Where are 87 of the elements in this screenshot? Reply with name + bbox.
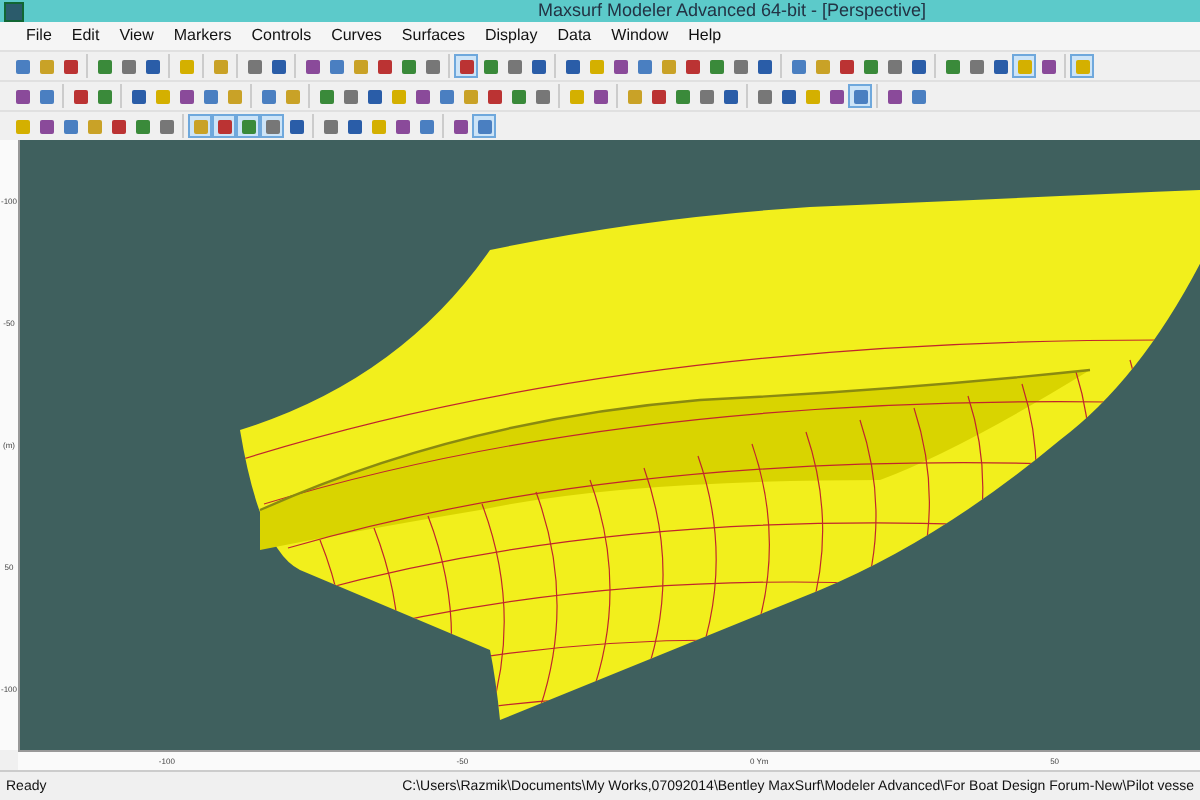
toolbar-button[interactable]	[126, 84, 150, 108]
toolbar-button[interactable]	[140, 54, 164, 78]
toolbar-button[interactable]	[256, 84, 280, 108]
app-icon	[4, 1, 24, 21]
toolbar-button[interactable]	[106, 114, 130, 138]
toolbar-button[interactable]	[882, 54, 906, 78]
toolbar-button[interactable]	[646, 84, 670, 108]
toolbar-button[interactable]	[964, 54, 988, 78]
toolbar-button[interactable]	[632, 54, 656, 78]
toolbar-button[interactable]	[608, 54, 632, 78]
toolbar-button[interactable]	[728, 54, 752, 78]
toolbar-button[interactable]	[448, 114, 472, 138]
toolbar-button[interactable]	[420, 54, 444, 78]
toolbar-button[interactable]	[502, 54, 526, 78]
menu-item[interactable]: Help	[678, 24, 732, 48]
toolbar-button[interactable]	[824, 84, 848, 108]
menu-item[interactable]: Display	[475, 24, 548, 48]
toolbar-button[interactable]	[68, 84, 92, 108]
toolbar-button[interactable]	[10, 54, 34, 78]
toolbar-button[interactable]	[434, 84, 458, 108]
toolbar-button[interactable]	[92, 84, 116, 108]
toolbar-button[interactable]	[58, 54, 82, 78]
menu-item[interactable]: Curves	[321, 24, 392, 48]
toolbar-button[interactable]	[410, 84, 434, 108]
toolbar-button[interactable]	[588, 84, 612, 108]
toolbar-button[interactable]	[786, 54, 810, 78]
toolbar-button[interactable]	[396, 54, 420, 78]
menu-item[interactable]: Surfaces	[391, 24, 475, 48]
toolbar-button[interactable]	[34, 84, 58, 108]
toolbar-button[interactable]	[318, 114, 342, 138]
toolbar-button[interactable]	[940, 54, 964, 78]
toolbar-button[interactable]	[1036, 54, 1060, 78]
toolbar-button[interactable]	[776, 84, 800, 108]
menu-item[interactable]: View	[109, 24, 164, 48]
toolbar-button[interactable]	[324, 54, 348, 78]
toolbar-button[interactable]	[198, 84, 222, 108]
toolbar-button[interactable]	[752, 84, 776, 108]
toolbar-button[interactable]	[130, 114, 154, 138]
toolbar-button[interactable]	[752, 54, 776, 78]
toolbar-button[interactable]	[260, 114, 284, 138]
toolbar-button[interactable]	[680, 54, 704, 78]
toolbar-button[interactable]	[906, 84, 930, 108]
toolbar-button[interactable]	[530, 84, 554, 108]
toolbar-button[interactable]	[372, 54, 396, 78]
menu-item[interactable]: File	[16, 24, 62, 48]
menu-item[interactable]: Data	[547, 24, 602, 48]
toolbar-button[interactable]	[34, 114, 58, 138]
toolbar-button[interactable]	[212, 114, 236, 138]
toolbar-button[interactable]	[10, 84, 34, 108]
toolbar-button[interactable]	[236, 114, 260, 138]
menu-item[interactable]: Edit	[61, 24, 110, 48]
toolbar-button[interactable]	[906, 54, 930, 78]
toolbar-button[interactable]	[266, 54, 290, 78]
toolbar-button[interactable]	[314, 84, 338, 108]
menu-item[interactable]: Controls	[241, 24, 322, 48]
menu-item[interactable]: Markers	[163, 24, 242, 48]
toolbar-button[interactable]	[882, 84, 906, 108]
toolbar-button[interactable]	[988, 54, 1012, 78]
toolbar-button[interactable]	[284, 114, 308, 138]
toolbar-button[interactable]	[362, 84, 386, 108]
toolbar-button[interactable]	[694, 84, 718, 108]
window-title: Maxsurf Modeler Advanced 64-bit - [Perspective]	[535, 0, 929, 22]
toolbar-button[interactable]	[670, 84, 694, 108]
toolbar-button[interactable]	[300, 54, 324, 78]
toolbar-button[interactable]	[414, 114, 438, 138]
toolbar-button[interactable]	[58, 114, 82, 138]
toolbar-button[interactable]	[92, 54, 116, 78]
toolbar-button[interactable]	[858, 54, 882, 78]
toolbar-button[interactable]	[472, 114, 496, 138]
menu-item[interactable]: Window	[601, 24, 679, 48]
toolbar-button[interactable]	[338, 84, 362, 108]
toolbar-button[interactable]	[154, 114, 178, 138]
toolbar-button[interactable]	[454, 54, 478, 78]
toolbar-button[interactable]	[116, 54, 140, 78]
toolbar-button[interactable]	[560, 54, 584, 78]
toolbar-button[interactable]	[174, 84, 198, 108]
toolbar-button[interactable]	[704, 54, 728, 78]
toolbar-button[interactable]	[478, 54, 502, 78]
toolbar-button[interactable]	[526, 54, 550, 78]
toolbar-button[interactable]	[242, 54, 266, 78]
toolbar-button[interactable]	[342, 114, 366, 138]
toolbar-button[interactable]	[848, 84, 872, 108]
toolbar-button[interactable]	[834, 54, 858, 78]
toolbar-button[interactable]	[482, 84, 506, 108]
toolbar-button[interactable]	[506, 84, 530, 108]
toolbar-button[interactable]	[718, 84, 742, 108]
toolbar-button[interactable]	[390, 114, 414, 138]
